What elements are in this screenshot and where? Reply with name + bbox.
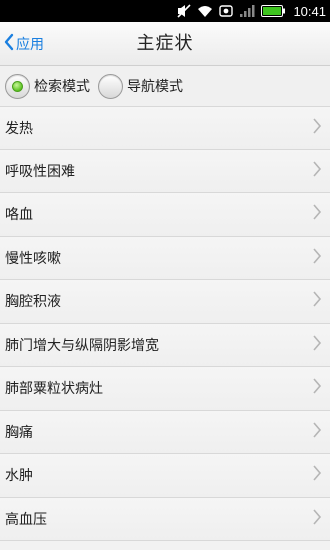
status-bar: 10:41 — [0, 0, 330, 22]
list-item-label: 发热 — [5, 120, 33, 137]
list-item[interactable]: 呼吸性困难 — [0, 149, 330, 193]
page-title: 主症状 — [136, 33, 194, 54]
chevron-right-icon — [312, 247, 322, 269]
list-item[interactable]: 高血压 — [0, 497, 330, 541]
search-mode-radio[interactable]: 检索模式 — [5, 73, 90, 99]
chevron-right-icon — [312, 334, 322, 356]
signal-icon — [239, 4, 255, 18]
chevron-right-icon — [312, 160, 322, 182]
list-item-label: 肺门增大与纵隔阴影增宽 — [5, 337, 159, 354]
list-item-label: 慢性咳嗽 — [5, 250, 61, 267]
list-item[interactable]: 肺门增大与纵隔阴影增宽 — [0, 323, 330, 367]
mute-icon — [177, 4, 192, 18]
radio-selected-icon — [5, 73, 30, 99]
list-item[interactable]: 发热 — [0, 106, 330, 150]
chevron-right-icon — [312, 377, 322, 399]
radio-dot — [12, 80, 23, 92]
navigate-mode-label: 导航模式 — [127, 79, 183, 95]
radio-unselected-icon — [98, 73, 123, 99]
wifi-icon — [197, 5, 213, 18]
list-item-label: 咯血 — [5, 207, 33, 224]
battery-icon — [261, 5, 286, 17]
status-icons: 10:41 — [177, 0, 326, 22]
list-item[interactable]: 水肿 — [0, 454, 330, 498]
chevron-right-icon — [312, 203, 322, 225]
list-item-label: 肺部粟粒状病灶 — [5, 381, 103, 398]
symptom-list: 发热 呼吸性困难 咯血 慢性咳嗽 胸腔积液 肺门增大与纵隔阴影增宽 肺部粟粒状病… — [0, 106, 330, 541]
list-item[interactable]: 肺部粟粒状病灶 — [0, 367, 330, 411]
chevron-right-icon — [312, 117, 322, 139]
navigate-mode-radio[interactable]: 导航模式 — [98, 73, 183, 99]
chevron-right-icon — [312, 290, 322, 312]
list-item-label: 胸痛 — [5, 424, 33, 441]
search-mode-label: 检索模式 — [34, 79, 90, 95]
mode-selector: 检索模式 导航模式 — [0, 66, 330, 106]
list-item[interactable]: 胸腔积液 — [0, 280, 330, 324]
list-item[interactable]: 咯血 — [0, 193, 330, 237]
chevron-right-icon — [312, 508, 322, 530]
list-item[interactable]: 胸痛 — [0, 410, 330, 454]
alarm-icon — [219, 4, 234, 18]
nav-bar: 应用 主症状 — [0, 22, 330, 66]
back-button[interactable]: 应用 — [4, 22, 44, 66]
list-item[interactable]: 慢性咳嗽 — [0, 236, 330, 280]
chevron-right-icon — [312, 421, 322, 443]
chevron-right-icon — [312, 464, 322, 486]
chevron-left-icon — [4, 33, 14, 55]
list-item-label: 水肿 — [5, 468, 33, 485]
back-button-label: 应用 — [16, 37, 44, 53]
list-item-label: 高血压 — [5, 511, 47, 528]
status-clock: 10:41 — [293, 3, 326, 19]
list-item-label: 呼吸性困难 — [5, 163, 75, 180]
list-item-label: 胸腔积液 — [5, 294, 61, 311]
